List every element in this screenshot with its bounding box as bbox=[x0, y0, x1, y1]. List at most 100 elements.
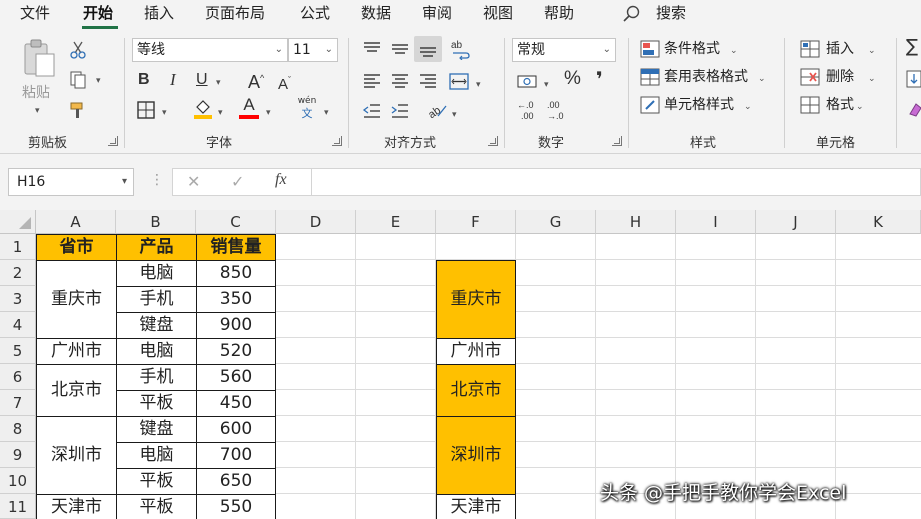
merged-cell-f[interactable]: 深圳市 bbox=[436, 416, 516, 495]
fill-color-icon[interactable] bbox=[192, 98, 214, 120]
row-header-9[interactable]: 9 bbox=[0, 442, 36, 468]
sales-cell[interactable]: 350 bbox=[196, 286, 276, 313]
enter-icon[interactable]: ✓ bbox=[231, 172, 244, 191]
row-header-4[interactable]: 4 bbox=[0, 312, 36, 338]
copy-icon[interactable] bbox=[68, 70, 88, 90]
tab-data[interactable]: 数据 bbox=[361, 3, 391, 23]
merged-cell-province[interactable]: 深圳市 bbox=[36, 416, 117, 495]
row-header-5[interactable]: 5 bbox=[0, 338, 36, 364]
column-header-i[interactable]: I bbox=[676, 210, 756, 234]
merged-cell-province[interactable]: 广州市 bbox=[36, 338, 117, 365]
borders-icon[interactable] bbox=[136, 100, 156, 120]
column-header-c[interactable]: C bbox=[196, 210, 276, 234]
number-launcher-icon[interactable] bbox=[612, 136, 622, 146]
product-cell[interactable]: 平板 bbox=[116, 468, 197, 495]
row-header-3[interactable]: 3 bbox=[0, 286, 36, 312]
orientation-dropdown-icon[interactable]: ▾ bbox=[452, 106, 457, 124]
comma-button[interactable]: ❜ bbox=[596, 69, 603, 89]
phonetic-dropdown-icon[interactable]: ▾ bbox=[324, 104, 329, 122]
merged-cell-province[interactable]: 天津市 bbox=[36, 494, 117, 519]
row-header-1[interactable]: 1 bbox=[0, 234, 36, 260]
merged-cell-f[interactable]: 天津市 bbox=[436, 494, 516, 519]
cell-styles-button[interactable]: 单元格样式 ⌄ bbox=[640, 96, 772, 116]
wrap-text-icon[interactable]: ab bbox=[450, 38, 472, 60]
merged-cell-f[interactable]: 北京市 bbox=[436, 364, 516, 417]
merged-cell-f[interactable]: 广州市 bbox=[436, 338, 516, 365]
row-header-6[interactable]: 6 bbox=[0, 364, 36, 390]
tab-view[interactable]: 视图 bbox=[483, 3, 513, 23]
align-right-icon[interactable] bbox=[418, 72, 438, 90]
decrease-decimal-icon[interactable]: .00→.0 bbox=[546, 98, 572, 122]
paste-dropdown-icon[interactable]: ▾ bbox=[35, 102, 40, 120]
copy-dropdown-icon[interactable]: ▾ bbox=[96, 72, 101, 90]
header-cell-product[interactable]: 产品 bbox=[116, 234, 197, 261]
name-box[interactable]: H16 ▾ bbox=[8, 168, 134, 196]
row-header-8[interactable]: 8 bbox=[0, 416, 36, 442]
product-cell[interactable]: 电脑 bbox=[116, 260, 197, 287]
font-launcher-icon[interactable] bbox=[332, 136, 342, 146]
header-cell-sales[interactable]: 销售量 bbox=[196, 234, 276, 261]
product-cell[interactable]: 键盘 bbox=[116, 312, 197, 339]
align-middle-icon[interactable] bbox=[390, 40, 410, 58]
paste-button[interactable]: 粘贴 ▾ bbox=[18, 38, 60, 116]
merge-center-icon[interactable] bbox=[448, 72, 470, 92]
product-cell[interactable]: 电脑 bbox=[116, 338, 197, 365]
sales-cell[interactable]: 700 bbox=[196, 442, 276, 469]
merged-cell-province[interactable]: 重庆市 bbox=[36, 260, 117, 339]
font-size-select[interactable]: 11 ⌄ bbox=[288, 38, 338, 62]
phonetic-button[interactable]: wén 文 bbox=[294, 96, 320, 122]
product-cell[interactable]: 键盘 bbox=[116, 416, 197, 443]
merge-dropdown-icon[interactable]: ▾ bbox=[476, 76, 481, 94]
borders-dropdown-icon[interactable]: ▾ bbox=[162, 104, 167, 122]
select-all-corner[interactable] bbox=[0, 210, 36, 234]
number-format-select[interactable]: 常规 ⌄ bbox=[512, 38, 616, 62]
insert-cells-button[interactable]: 插入 ⌄ bbox=[800, 40, 882, 60]
column-header-b[interactable]: B bbox=[116, 210, 196, 234]
autosum-icon[interactable]: ∑ bbox=[906, 38, 918, 56]
tab-insert[interactable]: 插入 bbox=[144, 3, 174, 23]
align-top-icon[interactable] bbox=[362, 40, 382, 58]
drag-handle-icon[interactable]: ⋮ bbox=[150, 172, 164, 188]
italic-button[interactable]: I bbox=[170, 71, 176, 89]
format-cells-button[interactable]: 格式 ⌄ bbox=[800, 96, 882, 116]
increase-decimal-icon[interactable]: ←.0.00 bbox=[516, 98, 542, 122]
align-center-icon[interactable] bbox=[390, 72, 410, 90]
delete-cells-button[interactable]: 删除 ⌄ bbox=[800, 68, 882, 88]
increase-indent-icon[interactable] bbox=[390, 102, 410, 120]
align-left-icon[interactable] bbox=[362, 72, 382, 90]
sales-cell[interactable]: 900 bbox=[196, 312, 276, 339]
font-color-button[interactable]: A bbox=[238, 96, 260, 120]
product-cell[interactable]: 电脑 bbox=[116, 442, 197, 469]
merged-cell-province[interactable]: 北京市 bbox=[36, 364, 117, 417]
sales-cell[interactable]: 850 bbox=[196, 260, 276, 287]
grow-font-button[interactable]: A^ bbox=[248, 69, 264, 91]
column-header-h[interactable]: H bbox=[596, 210, 676, 234]
cancel-icon[interactable]: ✕ bbox=[187, 172, 200, 191]
alignment-launcher-icon[interactable] bbox=[488, 136, 498, 146]
currency-icon[interactable] bbox=[516, 72, 540, 92]
font-color-dropdown-icon[interactable]: ▾ bbox=[266, 104, 271, 122]
row-header-11[interactable]: 11 bbox=[0, 494, 36, 519]
column-header-a[interactable]: A bbox=[36, 210, 116, 234]
underline-dropdown-icon[interactable]: ▾ bbox=[216, 74, 221, 92]
tab-help[interactable]: 帮助 bbox=[544, 3, 574, 23]
column-header-d[interactable]: D bbox=[276, 210, 356, 234]
product-cell[interactable]: 手机 bbox=[116, 364, 197, 391]
tab-review[interactable]: 审阅 bbox=[422, 3, 452, 23]
sales-cell[interactable]: 650 bbox=[196, 468, 276, 495]
clipboard-launcher-icon[interactable] bbox=[108, 136, 118, 146]
column-header-g[interactable]: G bbox=[516, 210, 596, 234]
bold-button[interactable]: B bbox=[138, 71, 150, 89]
tab-formulas[interactable]: 公式 bbox=[300, 3, 330, 23]
clear-icon[interactable] bbox=[906, 100, 921, 118]
shrink-font-button[interactable]: Aˇ bbox=[278, 71, 291, 94]
sales-cell[interactable]: 520 bbox=[196, 338, 276, 365]
row-header-10[interactable]: 10 bbox=[0, 468, 36, 494]
underline-button[interactable]: U bbox=[196, 71, 208, 89]
formula-input[interactable] bbox=[312, 168, 921, 196]
tab-page-layout[interactable]: 页面布局 bbox=[205, 3, 265, 23]
cut-icon[interactable] bbox=[68, 40, 88, 60]
conditional-format-button[interactable]: 条件格式 ⌄ bbox=[640, 40, 772, 60]
column-header-f[interactable]: F bbox=[436, 210, 516, 234]
orientation-icon[interactable]: ab bbox=[426, 100, 448, 120]
